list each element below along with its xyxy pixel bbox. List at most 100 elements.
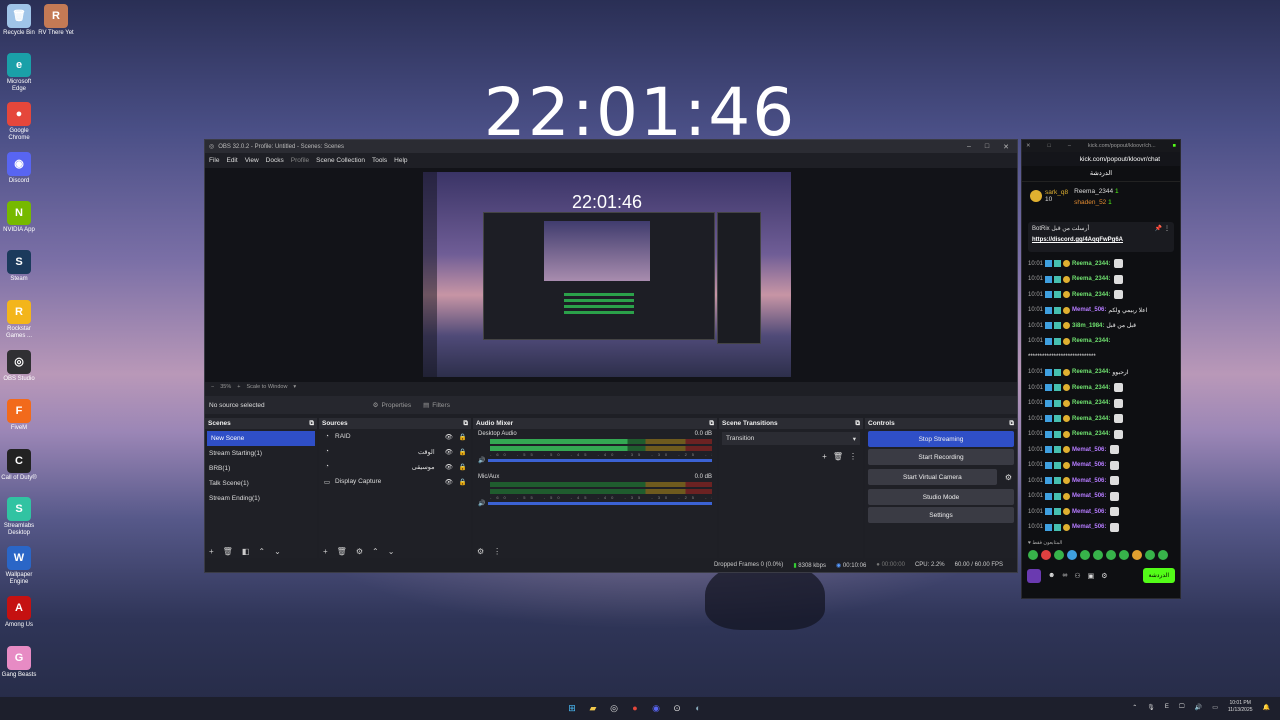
- chrome-icon[interactable]: ●: [628, 701, 642, 715]
- eye-icon[interactable]: 👁: [445, 478, 453, 486]
- properties-button[interactable]: ⚙ Properties: [373, 401, 411, 410]
- start-recording-button[interactable]: Start Recording: [868, 449, 1014, 465]
- menu-view[interactable]: View: [245, 157, 259, 164]
- more-icon[interactable]: ⋮: [493, 547, 501, 556]
- gear-icon[interactable]: ⚙: [1000, 473, 1017, 482]
- scene-item[interactable]: New Scene: [207, 431, 315, 446]
- message-user[interactable]: Reema_2344:: [1072, 431, 1110, 437]
- message-user[interactable]: Reema_2344:: [1072, 400, 1110, 406]
- chat-message[interactable]: 10:01 Memat_506:: [1022, 473, 1180, 489]
- menu-profile[interactable]: Profile: [291, 157, 309, 164]
- chat-message[interactable]: 10:01 Memat_506:: [1022, 504, 1180, 520]
- chat-message[interactable]: 10:01 Reema_2344:: [1022, 396, 1180, 412]
- obs-icon[interactable]: ◎: [607, 701, 621, 715]
- kick-chat-window[interactable]: ✕ □ – kick.com/popout/kloovr/ch... ■ kic…: [1021, 139, 1181, 599]
- desktop-icon[interactable]: A Among Us: [0, 596, 38, 629]
- studio-mode-button[interactable]: Studio Mode: [868, 489, 1014, 505]
- top-user[interactable]: shaden_52 1: [1074, 197, 1118, 208]
- tray-clock[interactable]: 10:01 PM 11/13/2025: [1228, 700, 1253, 714]
- desktop-icon[interactable]: S Steam: [0, 250, 38, 283]
- emote-row[interactable]: [1022, 546, 1180, 564]
- chat-message[interactable]: 10:01 Reema_2344:: [1022, 287, 1180, 303]
- chat-message[interactable]: 10:01 Memat_506: اعلا ربيمي ولكم: [1022, 303, 1180, 319]
- volume-icon[interactable]: 🔊: [1195, 704, 1202, 711]
- pin-icon[interactable]: 📌 ⋮: [1155, 225, 1170, 232]
- message-user[interactable]: Reema_2344:: [1072, 292, 1110, 298]
- discord-icon[interactable]: ◉: [649, 701, 663, 715]
- menu-file[interactable]: File: [209, 157, 219, 164]
- chat-message[interactable]: 10:01 Memat_506:: [1022, 458, 1180, 474]
- people-icon[interactable]: ⚇: [1074, 572, 1080, 580]
- volume-slider[interactable]: [488, 502, 712, 505]
- chat-message[interactable]: 10:01 Reema_2344:: [1022, 380, 1180, 396]
- message-user[interactable]: Reema_2344:: [1072, 369, 1110, 375]
- maximize-button[interactable]: □: [985, 143, 989, 151]
- gear-icon[interactable]: ⚙: [356, 547, 363, 556]
- chat-message[interactable]: 10:01 Reema_2344: ارحبوو: [1022, 365, 1180, 381]
- undock-icon[interactable]: ⧉: [1009, 420, 1014, 428]
- settings-button[interactable]: Settings: [868, 507, 1014, 523]
- preview-canvas[interactable]: 22:01:46: [205, 168, 1017, 382]
- chat-input-row[interactable]: ☻ ∞ ⚇ ▣ ⚙ الدردشة: [1022, 564, 1180, 587]
- desktop-icon[interactable]: 🗑 Recycle Bin: [0, 4, 38, 37]
- obs-window[interactable]: ◎ OBS 32.0.2 - Profile: Untitled - Scene…: [204, 139, 1018, 573]
- message-user[interactable]: Memat_506:: [1072, 307, 1106, 313]
- battery-icon[interactable]: ▭: [1212, 704, 1218, 711]
- menu-docks[interactable]: Docks: [266, 157, 284, 164]
- chat-message[interactable]: 10:01 Memat_506:: [1022, 489, 1180, 505]
- filter-icon[interactable]: ◧: [242, 547, 250, 556]
- more-icon[interactable]: ⋮: [849, 452, 857, 461]
- top-user[interactable]: sark_q8 10: [1030, 186, 1068, 206]
- scene-item[interactable]: BRB(1): [205, 461, 317, 476]
- move-down-icon[interactable]: ⌄: [388, 547, 395, 556]
- gift-icon[interactable]: ▣: [1088, 572, 1095, 580]
- desktop-icon[interactable]: R Rockstar Games ...: [0, 300, 38, 340]
- desktop-icon[interactable]: C Call of Duty®: [0, 449, 38, 482]
- message-user[interactable]: 3i8m_1984:: [1072, 323, 1104, 329]
- pinned-message[interactable]: BotRix أرسلت من قبل 📌 ⋮ https://discord.g…: [1028, 222, 1174, 252]
- speaker-icon[interactable]: 🔊: [478, 457, 485, 464]
- chat-message[interactable]: 10:01 Reema_2344:: [1022, 411, 1180, 427]
- source-row[interactable]: ▭ Display Capture 👁 🔒: [319, 474, 471, 489]
- minimize-button[interactable]: –: [967, 143, 971, 151]
- desktop-icon[interactable]: F FiveM: [0, 399, 38, 432]
- add-icon[interactable]: +: [323, 547, 328, 556]
- chat-message[interactable]: 10:01 3i8m_1984: قبل من قبل: [1022, 318, 1180, 334]
- message-user[interactable]: Memat_506:: [1072, 447, 1106, 453]
- filters-button[interactable]: ▤ Filters: [423, 401, 450, 410]
- undock-icon[interactable]: ⧉: [855, 420, 860, 428]
- volume-slider[interactable]: [488, 459, 712, 462]
- chat-message[interactable]: 10:01 Memat_506:: [1022, 442, 1180, 458]
- top-user[interactable]: Reema_2344 1: [1074, 186, 1118, 197]
- gear-icon[interactable]: ⚙: [1101, 572, 1107, 580]
- move-down-icon[interactable]: ⌄: [274, 547, 281, 556]
- undock-icon[interactable]: ⧉: [463, 420, 468, 428]
- steam-icon[interactable]: ◐: [691, 701, 705, 715]
- mic-icon[interactable]: 🎙: [1147, 704, 1155, 711]
- message-user[interactable]: Reema_2344:: [1072, 276, 1110, 282]
- desktop-icon[interactable]: W Wallpaper Engine: [0, 546, 38, 586]
- source-row[interactable]: ◔ الوقت 👁 🔒: [319, 444, 471, 459]
- notification-icon[interactable]: 🔔: [1263, 704, 1270, 711]
- minimize-icon[interactable]: –: [1068, 143, 1071, 149]
- message-user[interactable]: Memat_506:: [1072, 478, 1106, 484]
- start-icon[interactable]: ⊞: [565, 701, 579, 715]
- restore-icon[interactable]: □: [1048, 143, 1051, 149]
- desktop-icon[interactable]: ◉ Discord: [0, 152, 38, 185]
- chevron-down-icon[interactable]: ▾: [293, 384, 296, 390]
- zoom-in-button[interactable]: +: [237, 384, 240, 390]
- move-up-icon[interactable]: ⌃: [258, 547, 265, 556]
- zoom-out-button[interactable]: −: [211, 384, 214, 390]
- desktop-icon[interactable]: ◎ OBS Studio: [0, 350, 38, 383]
- scene-item[interactable]: Stream Starting(1): [205, 446, 317, 461]
- scale-mode[interactable]: Scale to Window: [246, 384, 287, 390]
- chat-message[interactable]: 10:01 Memat_506:: [1022, 520, 1180, 536]
- chat-message[interactable]: 10:01 Reema_2344:: [1022, 427, 1180, 443]
- lock-icon[interactable]: 🔒: [459, 448, 467, 456]
- source-row[interactable]: ◔ موسيقى 👁 🔒: [319, 459, 471, 474]
- desktop-icon[interactable]: N NVIDIA App: [0, 201, 38, 234]
- rockstar-icon[interactable]: ⊙: [670, 701, 684, 715]
- network-icon[interactable]: 🖵: [1179, 704, 1185, 711]
- chevron-up-icon[interactable]: ⌃: [1132, 704, 1137, 711]
- eye-icon[interactable]: 👁: [445, 448, 453, 456]
